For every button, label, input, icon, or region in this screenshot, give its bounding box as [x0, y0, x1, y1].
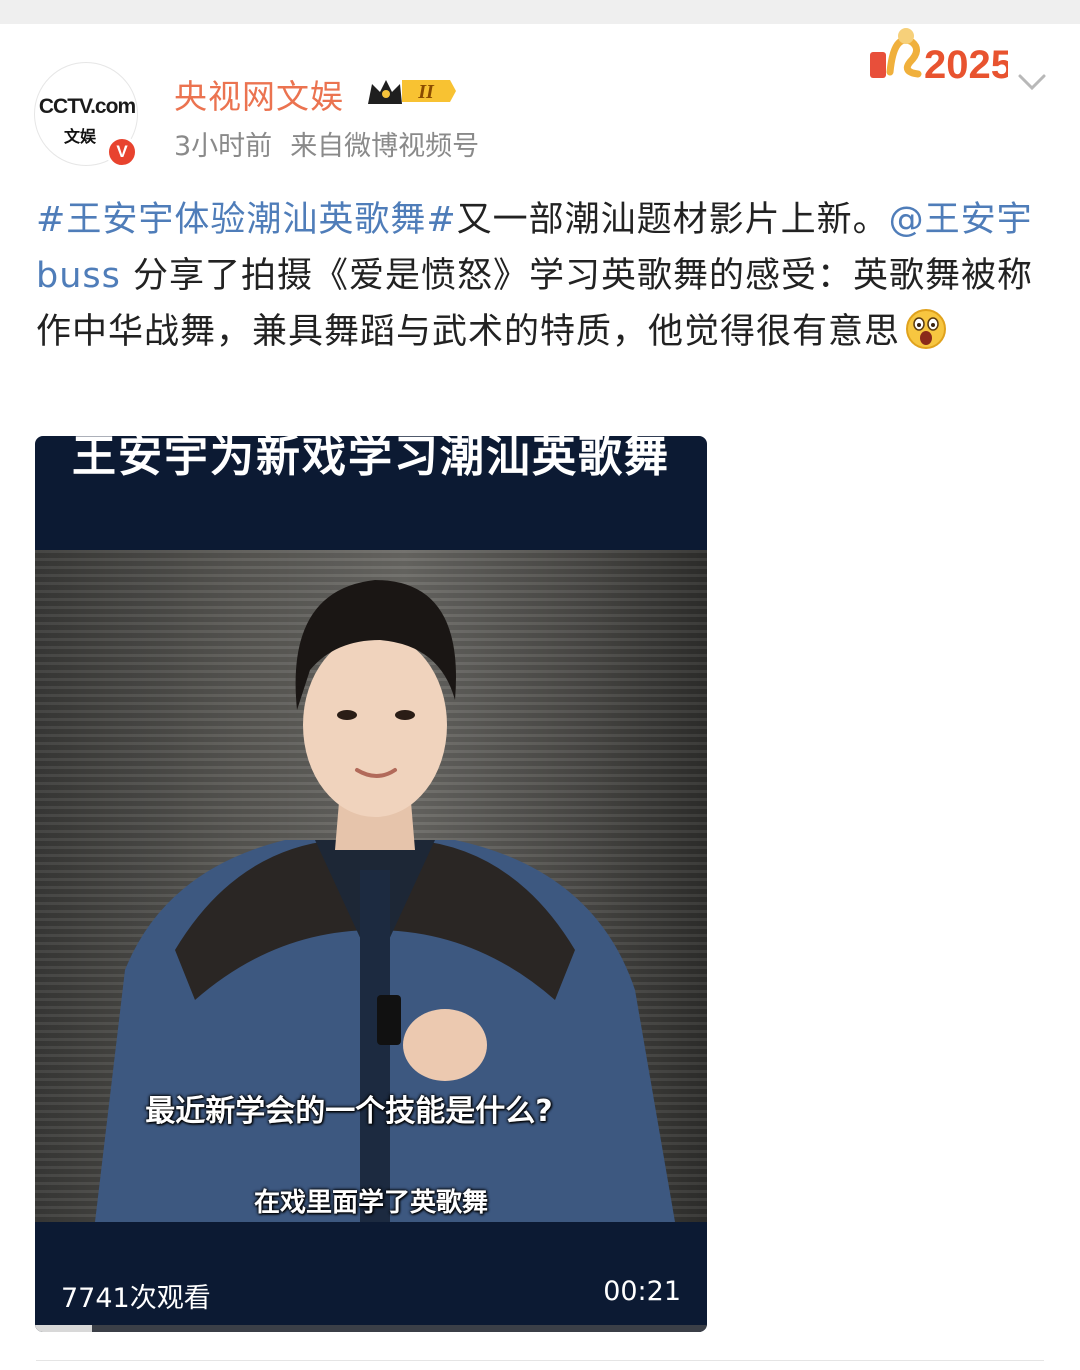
post-time: 3小时前 — [174, 131, 273, 162]
video-progress-bar[interactable] — [35, 1325, 707, 1332]
avatar-logo-text: CCTV.com — [38, 95, 136, 118]
top-bar — [0, 0, 1080, 24]
video-subtitle-question: 最近新学会的一个技能是什么? — [145, 1094, 553, 1129]
video-view-count: 7741次观看 — [61, 1283, 211, 1314]
video-subtitle-answer: 在戏里面学了英歌舞 — [253, 1188, 488, 1218]
video-title-overlay: 王安宇为新戏学习潮汕英歌舞 — [72, 436, 670, 482]
avatar-logo: CCTV.com — [35, 95, 139, 119]
verified-badge-icon: V — [106, 136, 138, 168]
post-text-1: 又一部潮汕题材影片上新。 — [456, 200, 889, 240]
post-source[interactable]: 来自微博视频号 — [290, 131, 479, 162]
level-badge-label: II — [417, 81, 435, 103]
video-progress-fill — [35, 1325, 93, 1332]
chevron-down-icon[interactable] — [1016, 70, 1048, 94]
surprised-face-emoji-icon — [906, 309, 947, 349]
post-body: #王安宇体验潮汕英歌舞#又一部潮汕题材影片上新。@王安宇buss 分享了拍摄《爱… — [36, 192, 1046, 360]
video-player[interactable]: 王安宇为新戏学习潮汕英歌舞 最近新学会的一个技能是什么? 在戏里面学了英歌舞 7… — [35, 436, 707, 1332]
post-meta: 3小时前 来自微博视频号 — [174, 124, 479, 163]
hashtag-link[interactable]: #王安宇体验潮汕英歌舞# — [36, 200, 457, 240]
member-crown-badge-icon[interactable]: II — [364, 74, 458, 108]
year-2025-decoration-icon: 2025 — [870, 28, 1008, 87]
video-duration: 00:21 — [603, 1276, 681, 1307]
decoration-year-text: 2025 — [924, 43, 1008, 87]
post-text-2: 分享了拍摄《爱是愤怒》学习英歌舞的感受：英歌舞被称作中华战舞，兼具舞蹈与武术的特… — [36, 256, 1034, 352]
card-divider — [36, 1360, 1044, 1361]
video-frame: 最近新学会的一个技能是什么? 在戏里面学了英歌舞 — [35, 550, 707, 1222]
username-link[interactable]: 央视网文娱 — [174, 70, 344, 118]
